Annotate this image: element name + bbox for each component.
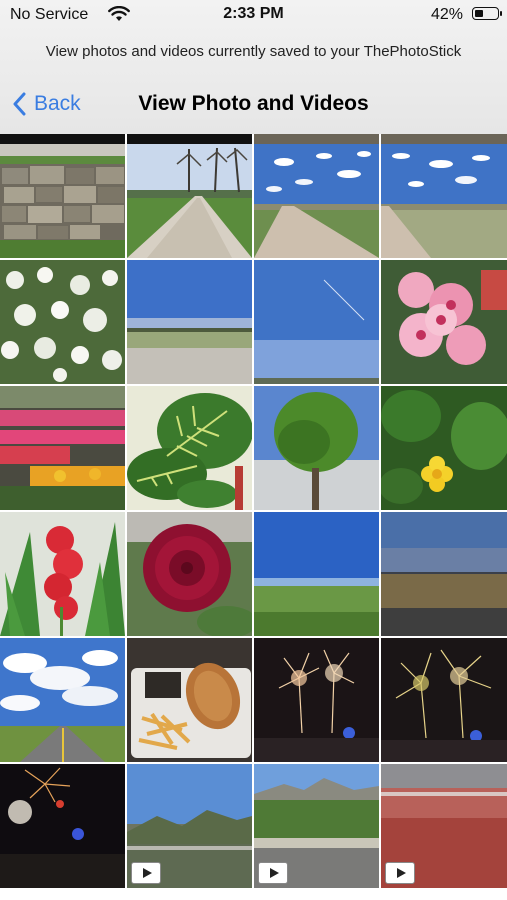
photo-thumbnail[interactable] [0, 386, 125, 510]
red-gladiolus-image [0, 512, 125, 636]
back-button[interactable]: Back [12, 88, 81, 120]
photo-thumbnail[interactable] [0, 260, 125, 384]
photo-thumbnail[interactable] [0, 764, 125, 888]
status-bar: No Service 2:33 PM 42% [0, 0, 507, 30]
dirt-road-image [254, 134, 379, 258]
video-thumbnail[interactable] [127, 764, 252, 888]
blue-sky-image [254, 260, 379, 384]
play-icon [385, 862, 415, 884]
flower-beds-image [0, 386, 125, 510]
prayer-plant-image [127, 386, 252, 510]
gravel-path-image [127, 134, 252, 258]
photo-thumbnail[interactable] [0, 512, 125, 636]
pink-geranium-image [381, 260, 507, 384]
photo-thumbnail[interactable] [254, 638, 379, 762]
green-field-image [254, 512, 379, 636]
photo-thumbnail[interactable] [254, 260, 379, 384]
photo-thumbnail[interactable] [0, 638, 125, 762]
highway-clouds-image [0, 638, 125, 762]
photo-thumbnail[interactable] [127, 260, 252, 384]
battery-percent: 42% [430, 6, 463, 23]
battery-level-fill [475, 10, 483, 17]
navigation-bar: Back View Photo and Videos [0, 86, 507, 122]
dirt-road-image [381, 134, 507, 258]
plain-field-image [127, 260, 252, 384]
fireworks-image [254, 638, 379, 762]
stone-wall-image [0, 134, 125, 258]
header-subtitle: View photos and videos currently saved t… [45, 43, 462, 60]
video-thumbnail[interactable] [381, 764, 507, 888]
photo-thumbnail[interactable] [127, 386, 252, 510]
photo-thumbnail[interactable] [127, 134, 252, 258]
photo-thumbnail[interactable] [381, 134, 507, 258]
night-fireworks-image [0, 764, 125, 888]
photo-thumbnail[interactable] [381, 386, 507, 510]
battery-icon [472, 7, 502, 20]
blossoms-image [0, 260, 125, 384]
dahlia-image [127, 512, 252, 636]
header: No Service 2:33 PM 42% View photos and v… [0, 0, 507, 134]
chevron-left-icon [13, 92, 26, 116]
video-thumbnail[interactable] [254, 764, 379, 888]
play-icon [131, 862, 161, 884]
photo-thumbnail[interactable] [381, 638, 507, 762]
yellow-flower-image [381, 386, 507, 510]
photo-thumbnail[interactable] [254, 512, 379, 636]
fireworks-image [381, 638, 507, 762]
photo-thumbnail[interactable] [0, 134, 125, 258]
photo-thumbnail[interactable] [127, 638, 252, 762]
photo-thumbnail[interactable] [127, 512, 252, 636]
play-icon [258, 862, 288, 884]
fries-and-bread-image [127, 638, 252, 762]
dusk-field-image [381, 512, 507, 636]
back-label: Back [34, 92, 81, 115]
photo-thumbnail[interactable] [381, 512, 507, 636]
photo-thumbnail[interactable] [381, 260, 507, 384]
photo-grid [0, 134, 507, 900]
tree-image [254, 386, 379, 510]
photo-thumbnail[interactable] [254, 386, 379, 510]
photo-thumbnail[interactable] [254, 134, 379, 258]
